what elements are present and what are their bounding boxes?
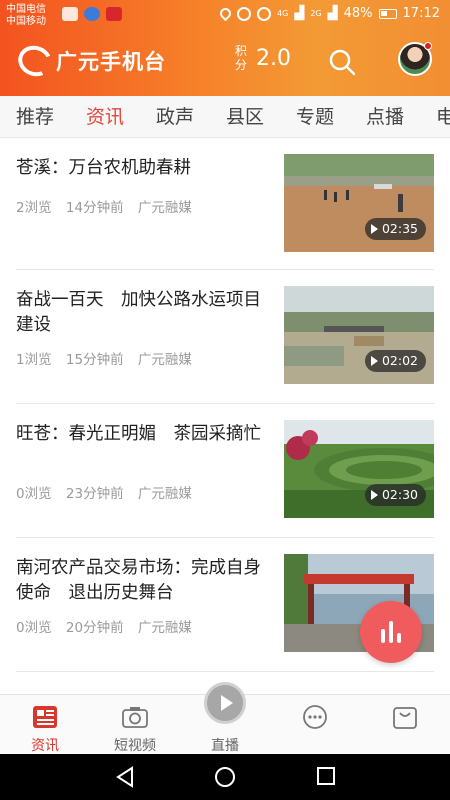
news-title: 南河农产品交易市场：完成自身使命 退出历史舞台 xyxy=(16,558,261,603)
heart-rate-icon xyxy=(62,7,78,21)
video-duration: 02:35 xyxy=(364,218,426,240)
view-count: 1浏览 xyxy=(16,352,52,368)
camera-icon xyxy=(122,707,148,728)
news-list: 苍溪：万台农机助春耕 2浏览 14分钟前 广元融媒 02:35 奋战一百天 加快… xyxy=(16,138,434,672)
carrier-2: 中国移动 xyxy=(6,16,46,27)
duration-text: 02:30 xyxy=(381,487,418,502)
news-meta: 2浏览 14分钟前 广元融媒 xyxy=(16,196,202,216)
carrier-1: 中国电信 xyxy=(6,4,46,15)
publish-time: 20分钟前 xyxy=(65,620,124,636)
alarm-icon xyxy=(237,6,252,21)
news-title: 苍溪：万台农机助春耕 xyxy=(16,158,191,178)
news-source: 广元融媒 xyxy=(137,352,192,368)
news-title: 旺苍：春光正明媚 茶园采摘忙 xyxy=(16,424,261,444)
system-nav-icons xyxy=(116,766,335,788)
news-app-icon xyxy=(106,7,122,21)
notification-icons xyxy=(62,7,122,21)
points-label: 积分 xyxy=(234,44,247,72)
clock: 17:12 xyxy=(402,6,440,21)
view-count: 2浏览 xyxy=(16,200,52,216)
points-display[interactable]: 积分 2.0 xyxy=(234,44,291,72)
nav-short-video[interactable]: 短视频 xyxy=(90,695,180,755)
news-source: 广元融媒 xyxy=(137,200,192,216)
signal-icon-2: ▟ xyxy=(327,6,338,21)
tab-recommend[interactable]: 推荐 xyxy=(16,96,54,137)
publish-time: 15分钟前 xyxy=(65,352,124,368)
avatar[interactable] xyxy=(398,42,432,76)
app-header: 中国电信 中国移动 4G ▟ 2G ▟ 48% 17:12 广元手机台 积分 2… xyxy=(0,0,450,96)
points-value: 2.0 xyxy=(256,45,291,71)
nav-label: 资讯 xyxy=(31,738,59,754)
status-bar: 中国电信 中国移动 4G ▟ 2G ▟ 48% 17:12 xyxy=(0,0,450,30)
shopping-bag-icon xyxy=(393,707,417,729)
tab-counties[interactable]: 县区 xyxy=(226,96,264,137)
category-tabs: 推荐 资讯 政声 县区 专题 点播 电 xyxy=(0,96,450,138)
tab-topics[interactable]: 专题 xyxy=(296,96,334,137)
news-icon xyxy=(33,706,57,728)
network-2g-label: 2G xyxy=(310,8,322,18)
news-source: 广元融媒 xyxy=(137,620,192,636)
tab-politics[interactable]: 政声 xyxy=(156,96,194,137)
search-icon[interactable] xyxy=(328,48,356,76)
home-icon xyxy=(215,767,235,787)
tab-more[interactable]: 电 xyxy=(436,96,450,137)
tab-on-demand[interactable]: 点播 xyxy=(366,96,404,137)
system-navigation-bar xyxy=(0,754,450,800)
nav-shop[interactable] xyxy=(360,695,450,755)
wifi-icon xyxy=(257,6,272,21)
news-item[interactable]: 苍溪：万台农机助春耕 2浏览 14分钟前 广元融媒 02:35 xyxy=(16,138,434,270)
publish-time: 14分钟前 xyxy=(65,200,124,216)
battery-percent: 48% xyxy=(343,6,373,21)
news-title: 奋战一百天 加快公路水运项目建设 xyxy=(16,290,261,335)
audio-player-button[interactable] xyxy=(360,601,422,663)
video-thumbnail[interactable]: 02:30 xyxy=(284,420,434,518)
notification-dot xyxy=(424,42,432,50)
play-icon xyxy=(370,356,378,366)
app-name: 广元手机台 xyxy=(56,49,166,74)
news-meta: 1浏览 15分钟前 广元融媒 xyxy=(16,348,202,368)
nav-label: 短视频 xyxy=(114,738,156,754)
news-item[interactable]: 奋战一百天 加快公路水运项目建设 1浏览 15分钟前 广元融媒 02:02 xyxy=(16,270,434,404)
play-icon xyxy=(221,695,233,711)
view-count: 0浏览 xyxy=(16,620,52,636)
app-logo: 广元手机台 xyxy=(13,41,166,81)
back-icon xyxy=(116,766,133,788)
video-thumbnail[interactable]: 02:35 xyxy=(284,154,434,252)
video-thumbnail[interactable]: 02:02 xyxy=(284,286,434,384)
news-source: 广元融媒 xyxy=(137,486,192,502)
nav-chat[interactable] xyxy=(270,695,360,755)
system-status: 4G ▟ 2G ▟ 48% 17:12 xyxy=(217,5,440,22)
logo-icon xyxy=(13,41,57,81)
network-4g-label: 4G xyxy=(277,8,289,18)
audio-bars-icon xyxy=(381,621,401,643)
carrier-info: 中国电信 中国移动 xyxy=(6,4,46,28)
live-play-button[interactable] xyxy=(204,682,246,724)
news-meta: 0浏览 20分钟前 广元融媒 xyxy=(16,616,202,636)
battery-icon xyxy=(378,8,397,19)
news-meta: 0浏览 23分钟前 广元融媒 xyxy=(16,482,202,502)
publish-time: 23分钟前 xyxy=(65,486,124,502)
play-icon xyxy=(370,490,378,500)
play-icon xyxy=(370,224,378,234)
chat-icon xyxy=(303,705,327,729)
view-count: 0浏览 xyxy=(16,486,52,502)
news-item[interactable]: 旺苍：春光正明媚 茶园采摘忙 0浏览 23分钟前 广元融媒 02:30 xyxy=(16,404,434,538)
duration-text: 02:35 xyxy=(381,221,418,236)
duration-text: 02:02 xyxy=(381,353,418,368)
video-duration: 02:02 xyxy=(364,350,426,372)
tab-news[interactable]: 资讯 xyxy=(86,96,124,137)
location-icon xyxy=(217,5,234,22)
app-bar: 广元手机台 积分 2.0 xyxy=(0,32,450,92)
signal-icon: ▟ xyxy=(294,6,305,21)
app-notification-icon xyxy=(84,7,100,21)
nav-news[interactable]: 资讯 xyxy=(0,695,90,755)
nav-label: 直播 xyxy=(211,738,239,754)
video-duration: 02:30 xyxy=(364,484,426,506)
recent-apps-icon xyxy=(317,767,335,785)
